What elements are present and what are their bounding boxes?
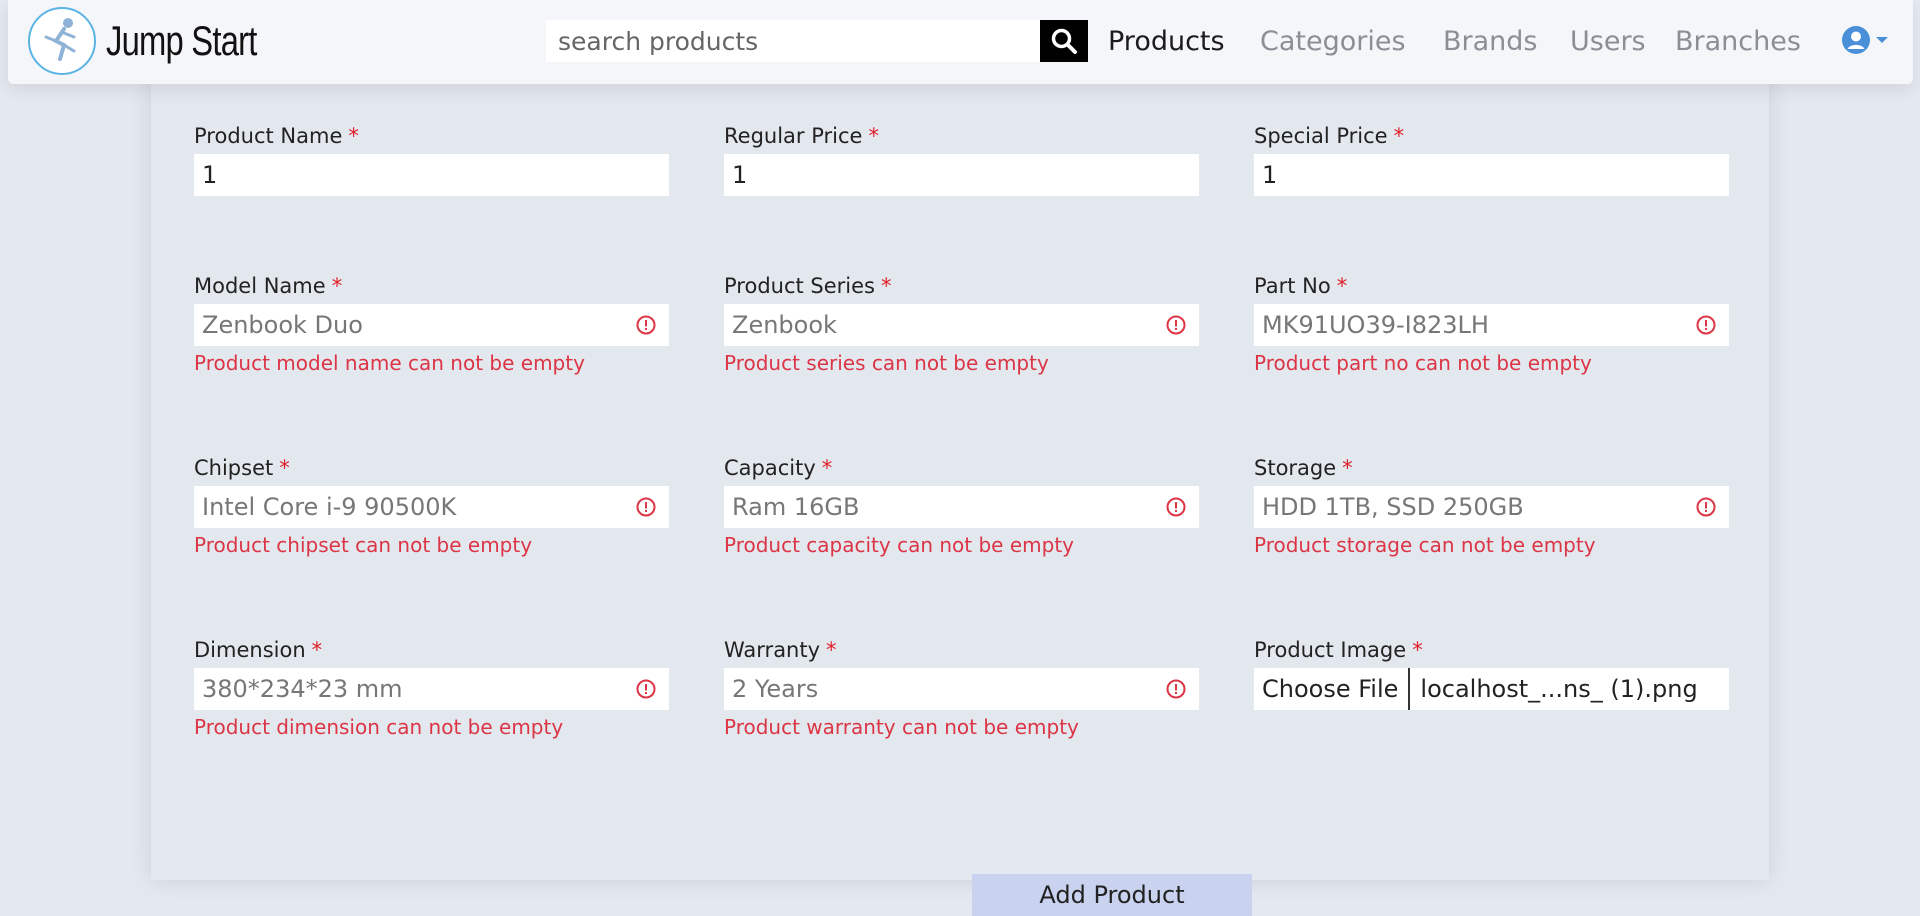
exclamation-circle-icon [636,497,656,517]
exclamation-circle-icon [636,315,656,335]
regular-price-label: Regular Price * [724,124,879,148]
search-icon [1051,28,1077,54]
exclamation-circle-icon [1166,679,1186,699]
chipset-input[interactable] [194,486,669,528]
part-no-input[interactable] [1254,304,1729,346]
product-name-label: Product Name * [194,124,359,148]
choose-file-button[interactable]: Choose File [1254,668,1411,710]
product-name-input[interactable] [194,154,669,196]
runner-logo-icon [44,18,76,61]
special-price-label: Special Price * [1254,124,1405,148]
warranty-input[interactable] [724,668,1199,710]
nav-link-branches[interactable]: Branches [1675,22,1801,62]
dimension-input[interactable] [194,668,669,710]
product-image-label: Product Image * [1254,638,1423,662]
model-name-error: Product model name can not be empty [194,351,585,375]
caret-down-icon [1876,37,1888,43]
user-menu-dropdown[interactable] [1841,25,1889,55]
dimension-label: Dimension * [194,638,323,662]
product-series-input[interactable] [724,304,1199,346]
capacity-error: Product capacity can not be empty [724,533,1074,557]
nav-link-users[interactable]: Users [1570,22,1646,62]
product-image-file-input[interactable]: Choose File localhost_...ns_ (1).png [1254,668,1729,710]
user-circle-icon [1842,26,1870,54]
top-navbar: Jump Start Products Categories Brands Us… [8,0,1913,84]
exclamation-circle-icon [1166,497,1186,517]
product-series-error: Product series can not be empty [724,351,1049,375]
dimension-error: Product dimension can not be empty [194,715,564,739]
capacity-label: Capacity * [724,456,833,480]
search-button[interactable] [1040,20,1088,62]
product-series-label: Product Series * [724,274,892,298]
nav-link-products[interactable]: Products [1108,22,1225,62]
nav-link-brands[interactable]: Brands [1443,22,1538,62]
capacity-input[interactable] [724,486,1199,528]
nav-link-categories[interactable]: Categories [1260,22,1406,62]
storage-error: Product storage can not be empty [1254,533,1596,557]
model-name-label: Model Name * [194,274,343,298]
selected-file-name: localhost_...ns_ (1).png [1420,675,1698,703]
add-product-button[interactable]: Add Product [972,874,1252,916]
exclamation-circle-icon [636,679,656,699]
product-form-card: Product Name* Regular Price* Special Pri… [151,60,1769,916]
regular-price-input[interactable] [724,154,1199,196]
storage-input[interactable] [1254,486,1729,528]
exclamation-circle-icon [1696,497,1716,517]
search-input[interactable] [546,20,1040,62]
model-name-input[interactable] [194,304,669,346]
exclamation-circle-icon [1696,315,1716,335]
brand-logo[interactable] [28,7,96,75]
warranty-label: Warranty * [724,638,837,662]
part-no-label: Part No * [1254,274,1348,298]
chipset-error: Product chipset can not be empty [194,533,533,557]
exclamation-circle-icon [1166,315,1186,335]
brand-name[interactable]: Jump Start [106,16,257,66]
warranty-error: Product warranty can not be empty [724,715,1079,739]
storage-label: Storage * [1254,456,1353,480]
chipset-label: Chipset * [194,456,290,480]
part-no-error: Product part no can not be empty [1254,351,1592,375]
special-price-input[interactable] [1254,154,1729,196]
